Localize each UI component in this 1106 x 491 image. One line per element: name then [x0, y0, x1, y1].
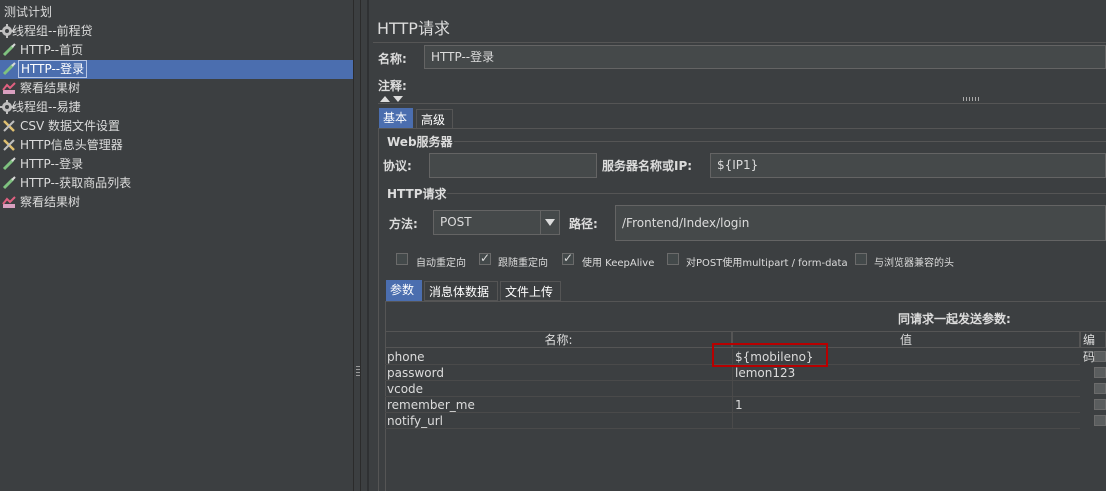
- encode-checkbox[interactable]: [1094, 415, 1106, 426]
- comment-label: 注释:: [378, 79, 407, 93]
- section-line: [447, 193, 1106, 194]
- protocol-label: 协议:: [383, 159, 412, 173]
- tab-advanced[interactable]: 高级: [416, 109, 453, 129]
- tree-item-label: 察看结果树: [20, 195, 81, 209]
- multipart-label: 对POST使用multipart / form-data: [686, 258, 848, 269]
- param-value-cell[interactable]: 1: [732, 397, 1080, 413]
- wrench-icon: [3, 120, 15, 132]
- column-header-encode[interactable]: 编码: [1080, 331, 1106, 364]
- auto-redirect-label: 自动重定向: [416, 258, 466, 269]
- tab-body-data[interactable]: 消息体数据: [424, 281, 498, 301]
- tree-item-label: CSV 数据文件设置: [20, 119, 121, 133]
- follow-redirect-label: 跟随重定向: [498, 258, 548, 269]
- method-dropdown-button[interactable]: [540, 211, 560, 234]
- highlight-annotation-box: [712, 343, 828, 367]
- browser-compatible-headers-label: 与浏览器兼容的头: [874, 258, 954, 269]
- param-name-cell[interactable]: phone: [385, 349, 732, 365]
- tree-item-label: 线程组--易捷: [12, 100, 81, 114]
- result-tree-icon: [2, 82, 16, 94]
- params-caption: 同请求一起发送参数:: [898, 312, 1011, 326]
- encode-checkbox[interactable]: [1094, 383, 1106, 394]
- param-name-cell[interactable]: notify_url: [385, 413, 732, 429]
- param-name-cell[interactable]: remember_me: [385, 397, 732, 413]
- tree-item-label: HTTP--获取商品列表: [20, 176, 132, 190]
- column-header-name[interactable]: 名称:: [385, 331, 732, 348]
- method-label: 方法:: [389, 217, 418, 231]
- chevron-down-icon: [545, 219, 555, 226]
- table-row[interactable]: remember_me 1: [385, 397, 1106, 413]
- tree-item-label: 线程组--前程贷: [12, 24, 93, 38]
- panel-border: [367, 0, 369, 491]
- path-label: 路径:: [569, 217, 598, 231]
- protocol-field[interactable]: [429, 153, 597, 178]
- test-plan-tree: 测试计划 线程组--前程贷 HTTP--首页 HTTP--登录 察看结果树 线程…: [0, 0, 353, 491]
- tree-item-label: HTTP--登录: [18, 60, 88, 78]
- tree-item-label: HTTP--首页: [20, 43, 84, 57]
- name-label: 名称:: [378, 52, 407, 66]
- table-row[interactable]: vcode: [385, 381, 1106, 397]
- http-sampler-icon: [2, 62, 16, 76]
- tree-item-label: 察看结果树: [20, 81, 81, 95]
- param-value-cell[interactable]: lemon123: [732, 365, 1080, 381]
- auto-redirect-checkbox[interactable]: [396, 253, 408, 265]
- encode-checkbox[interactable]: [1094, 351, 1106, 362]
- panel-splitter[interactable]: [353, 0, 361, 491]
- param-value-cell[interactable]: [732, 381, 1080, 397]
- http-sampler-icon: [2, 157, 16, 171]
- keepalive-label: 使用 KeepAlive: [582, 258, 655, 269]
- keepalive-checkbox[interactable]: [562, 251, 574, 265]
- wrench-icon: [3, 139, 15, 151]
- comment-field[interactable]: [424, 73, 1106, 93]
- result-tree-icon: [2, 196, 16, 208]
- method-value: POST: [440, 215, 472, 229]
- name-field[interactable]: HTTP--登录: [424, 45, 1106, 69]
- page-title: HTTP请求: [377, 19, 450, 38]
- splitter-grip-icon[interactable]: [356, 366, 360, 378]
- section-line: [454, 141, 1106, 142]
- http-sampler-icon: [2, 176, 16, 190]
- tree-item-label: HTTP--登录: [20, 157, 84, 171]
- tab-basic[interactable]: 基本: [379, 108, 413, 128]
- collapse-arrows-icon[interactable]: [378, 94, 406, 103]
- tab-file-upload[interactable]: 文件上传: [500, 281, 561, 301]
- param-name-cell[interactable]: vcode: [385, 381, 732, 397]
- title-divider: [373, 42, 1106, 43]
- browser-compatible-headers-checkbox[interactable]: [855, 253, 867, 265]
- follow-redirect-checkbox[interactable]: [479, 251, 491, 265]
- encode-checkbox[interactable]: [1094, 367, 1106, 378]
- table-row[interactable]: password lemon123: [385, 365, 1106, 381]
- tree-item-label: 测试计划: [4, 5, 53, 19]
- server-label: 服务器名称或IP:: [602, 159, 693, 173]
- param-name-cell[interactable]: password: [385, 365, 732, 381]
- param-value-cell[interactable]: [732, 413, 1080, 429]
- http-sampler-icon: [2, 43, 16, 57]
- tree-item-label: HTTP信息头管理器: [20, 138, 123, 152]
- divider-grip-icon[interactable]: [963, 97, 979, 101]
- encode-checkbox[interactable]: [1094, 399, 1106, 410]
- section-divider: [378, 103, 1106, 104]
- web-server-section-title: Web服务器: [387, 135, 453, 149]
- path-field[interactable]: /Frontend/Index/login: [615, 205, 1106, 241]
- server-field[interactable]: ${IP1}: [710, 153, 1106, 178]
- http-request-section-title: HTTP请求: [387, 187, 447, 201]
- tab-parameters[interactable]: 参数: [386, 280, 422, 301]
- table-row[interactable]: notify_url: [385, 413, 1106, 429]
- multipart-checkbox[interactable]: [667, 253, 679, 265]
